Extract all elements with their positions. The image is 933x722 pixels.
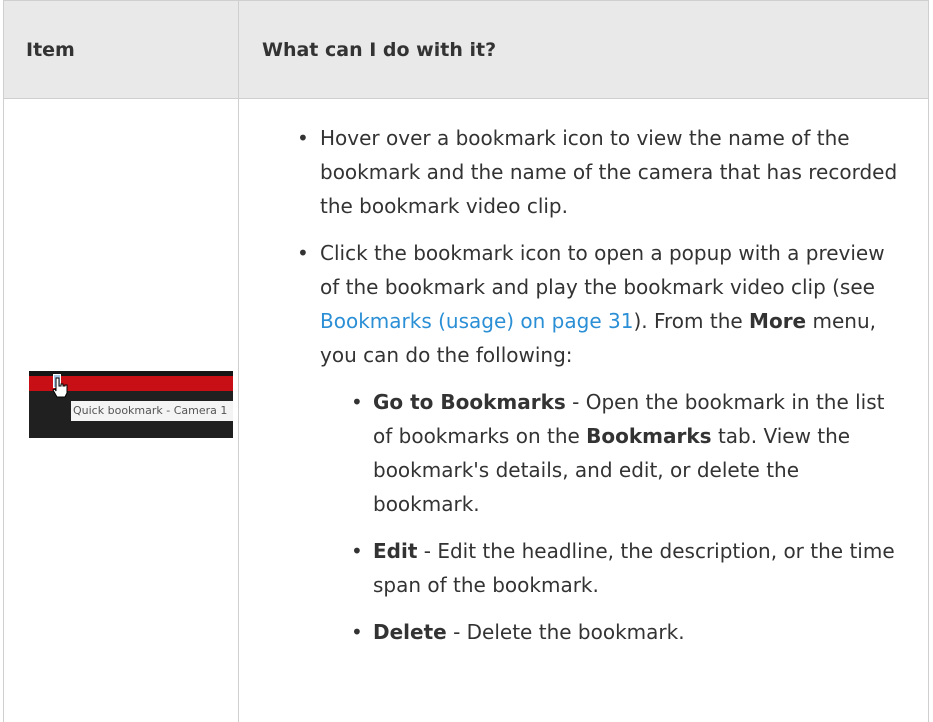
edit-text: - Edit the headline, the description, or… — [373, 539, 895, 597]
edit-label: Edit — [373, 539, 418, 563]
bookmark-tooltip: Quick bookmark - Camera 1 — [71, 401, 233, 421]
column-divider — [238, 1, 239, 722]
page: Item What can I do with it? Quick bookma… — [0, 0, 933, 722]
list-item-click: • Click the bookmark icon to open a popu… — [258, 236, 908, 649]
list-item-hover: • Hover over a bookmark icon to view the… — [258, 121, 908, 223]
sub-item-go-to-bookmarks: • Go to Bookmarks - Open the bookmark in… — [258, 385, 908, 521]
click-text-prefix: Click the bookmark icon to open a popup … — [320, 241, 885, 299]
go-to-bookmarks-label: Go to Bookmarks — [373, 390, 566, 414]
bullet-dot: • — [351, 620, 363, 644]
delete-label: Delete — [373, 620, 447, 644]
bullet-dot: • — [351, 390, 363, 414]
sub-item-edit: • Edit - Edit the headline, the descript… — [258, 534, 908, 602]
bookmarks-usage-link[interactable]: Bookmarks (usage) on page 31 — [320, 309, 633, 333]
more-menu-label: More — [749, 309, 807, 333]
bullet-dot: • — [297, 241, 309, 265]
bookmarks-tab-label: Bookmarks — [586, 424, 712, 448]
sub-item-delete: • Delete - Delete the bookmark. — [258, 615, 908, 649]
column-header-item: Item — [26, 39, 75, 61]
bullet-dot: • — [297, 126, 309, 150]
table-header-row: Item What can I do with it? — [4, 1, 928, 99]
hover-text: Hover over a bookmark icon to view the n… — [320, 126, 898, 218]
delete-text: - Delete the bookmark. — [446, 620, 685, 644]
bookmark-timeline-thumbnail: Quick bookmark - Camera 1 — [29, 371, 233, 438]
bullet-dot: • — [351, 539, 363, 563]
click-text-middle: ). From the — [633, 309, 750, 333]
description-cell: • Hover over a bookmark icon to view the… — [258, 121, 908, 662]
hand-cursor-icon — [52, 377, 68, 398]
column-header-what: What can I do with it? — [262, 39, 497, 61]
